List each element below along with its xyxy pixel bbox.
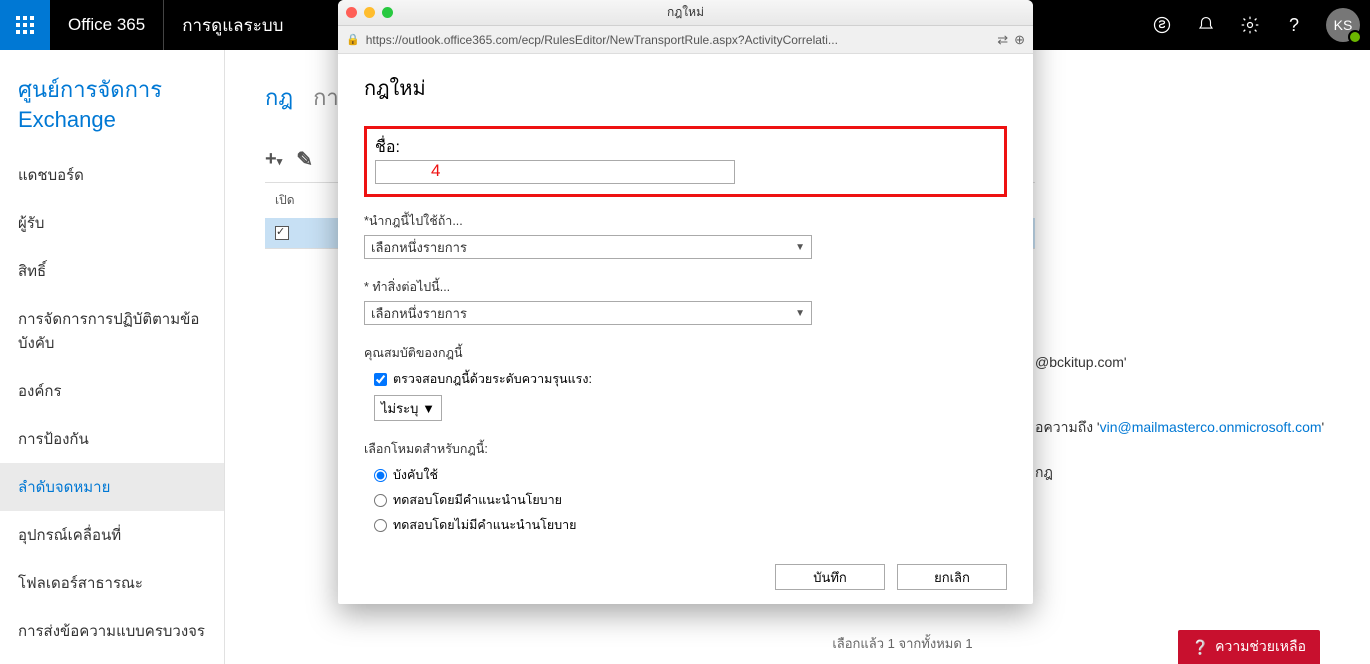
tab-other[interactable]: กา	[313, 80, 339, 115]
user-avatar[interactable]: KS	[1326, 8, 1360, 42]
mode-section-label: เลือกโหมดสำหรับกฎนี้:	[364, 439, 1007, 459]
rule-detail-panel: @bckitup.com' อความถึง 'vin@mailmasterco…	[1035, 350, 1324, 486]
help-button-label: ความช่วยเหลือ	[1215, 636, 1306, 658]
avatar-initials: KS	[1334, 17, 1353, 33]
dialog-url-bar: 🔒 https://outlook.office365.com/ecp/Rule…	[338, 26, 1033, 54]
window-minimize-icon[interactable]	[364, 7, 375, 18]
sidebar-item-permissions[interactable]: สิทธิ์	[0, 247, 224, 295]
sidebar-item-mobile[interactable]: อุปกรณ์เคลื่อนที่	[0, 511, 224, 559]
app-launcher-button[interactable]	[0, 0, 50, 50]
mode-test-tips-radio[interactable]	[374, 494, 387, 507]
apply-if-value: เลือกหนึ่งรายการ	[371, 237, 467, 258]
dialog-body[interactable]: กฎใหม่ ชื่อ: 4 *นำกฎนี้ไปใช้ถ้า... เลือก…	[338, 54, 1033, 550]
dialog-footer: บันทึก ยกเลิก	[338, 550, 1033, 604]
dialog-heading: กฎใหม่	[364, 72, 1007, 104]
help-icon[interactable]: ?	[1272, 0, 1316, 50]
sidebar-item-hybrid[interactable]: ไฮบริด	[0, 655, 224, 664]
notifications-icon[interactable]	[1184, 0, 1228, 50]
sidebar-item-mailflow[interactable]: ลำดับจดหมาย	[0, 463, 224, 511]
tab-rules[interactable]: กฎ	[265, 80, 293, 115]
sidebar-item-recipients[interactable]: ผู้รับ	[0, 199, 224, 247]
window-maximize-icon[interactable]	[382, 7, 393, 18]
sidebar-item-organization[interactable]: องค์กร	[0, 367, 224, 415]
audit-severity-checkbox[interactable]	[374, 373, 387, 386]
help-floating-button[interactable]: ❔ ความช่วยเหลือ	[1178, 630, 1320, 664]
rule-name-input[interactable]	[375, 160, 735, 184]
system-label[interactable]: การดูแลระบบ	[164, 12, 301, 39]
audit-level-value: ไม่ระบุ	[381, 398, 418, 419]
brand-label[interactable]: Office 365	[50, 0, 164, 50]
sidebar-item-public-folders[interactable]: โฟลเดอร์สาธารณะ	[0, 559, 224, 607]
sidebar-item-compliance[interactable]: การจัดการการปฏิบัติตามข้อบังคับ	[0, 295, 224, 367]
detail-label-gk: กฎ	[1035, 460, 1324, 485]
detail-email1: @bckitup.com'	[1035, 354, 1127, 370]
mode-test-tips-label: ทดสอบโดยมีคำแนะนำนโยบาย	[393, 490, 562, 510]
window-close-icon[interactable]	[346, 7, 357, 18]
sidebar-item-dashboard[interactable]: แดชบอร์ด	[0, 151, 224, 199]
properties-section-label: คุณสมบัติของกฎนี้	[364, 343, 1007, 363]
do-following-value: เลือกหนึ่งรายการ	[371, 303, 467, 324]
zoom-icon[interactable]: ⊕	[1014, 32, 1025, 48]
waffle-icon	[16, 16, 34, 34]
save-button[interactable]: บันทึก	[775, 564, 885, 590]
apply-if-label: *นำกฎนี้ไปใช้ถ้า...	[364, 211, 1007, 231]
mode-enforce-label: บังคับใช้	[393, 465, 438, 485]
sidebar-item-protection[interactable]: การป้องกัน	[0, 415, 224, 463]
name-field-label: ชื่อ:	[375, 139, 400, 156]
do-following-select[interactable]: เลือกหนึ่งรายการ ▼	[364, 301, 812, 325]
chevron-down-icon: ▼	[422, 401, 435, 416]
chevron-down-icon: ▼	[795, 242, 805, 253]
dialog-window-title: กฎใหม่	[338, 3, 1033, 22]
dialog-titlebar: กฎใหม่	[338, 0, 1033, 26]
mode-test-notips-radio[interactable]	[374, 519, 387, 532]
skype-icon[interactable]	[1140, 0, 1184, 50]
detail-line2-prefix: อความถึง '	[1035, 419, 1100, 435]
apply-if-select[interactable]: เลือกหนึ่งรายการ ▼	[364, 235, 812, 259]
edit-button[interactable]: ✎	[296, 147, 313, 172]
do-following-label: * ทำสิ่งต่อไปนี้...	[364, 277, 1007, 297]
cancel-button[interactable]: ยกเลิก	[897, 564, 1007, 590]
mode-enforce-radio[interactable]	[374, 469, 387, 482]
chevron-down-icon: ▼	[795, 308, 805, 319]
new-rule-dialog: กฎใหม่ 🔒 https://outlook.office365.com/e…	[338, 0, 1033, 604]
mode-test-notips-label: ทดสอบโดยไม่มีคำแนะนำนโยบาย	[393, 515, 576, 535]
sidebar: ศูนย์การจัดการ Exchange แดชบอร์ด ผู้รับ …	[0, 50, 225, 664]
detail-email-link[interactable]: vin@mailmasterco.onmicrosoft.com	[1100, 419, 1322, 435]
admin-center-title: ศูนย์การจัดการ Exchange	[0, 66, 224, 151]
translate-icon[interactable]: ⇄	[997, 32, 1008, 48]
highlight-annotation-box: ชื่อ: 4	[364, 126, 1007, 197]
sidebar-item-unified-messaging[interactable]: การส่งข้อความแบบครบวงจร	[0, 607, 224, 655]
settings-icon[interactable]	[1228, 0, 1272, 50]
add-button[interactable]: +▾	[265, 148, 282, 171]
audit-checkbox-label: ตรวจสอบกฎนี้ด้วยระดับความรุนแรง:	[393, 369, 592, 389]
dialog-url-text: https://outlook.office365.com/ecp/RulesE…	[366, 33, 991, 47]
lock-icon: 🔒	[346, 33, 360, 46]
help-question-icon: ❔	[1192, 639, 1209, 656]
list-header-on[interactable]: เปิด	[275, 191, 335, 210]
rule-enabled-checkbox[interactable]	[275, 226, 289, 240]
audit-level-select[interactable]: ไม่ระบุ ▼	[374, 395, 442, 421]
